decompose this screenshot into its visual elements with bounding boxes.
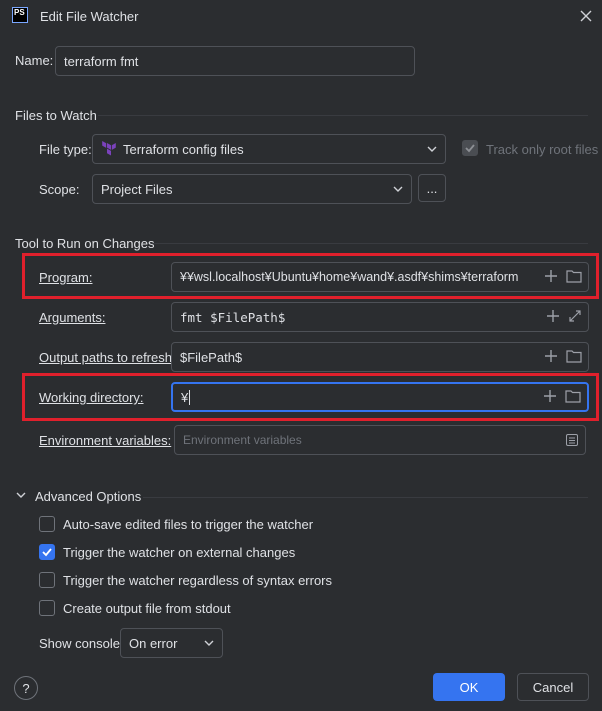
insert-macro-icon[interactable] bbox=[544, 269, 558, 286]
working-directory-input[interactable]: ¥ bbox=[171, 382, 589, 412]
browse-folder-icon[interactable] bbox=[566, 349, 582, 366]
window-title: Edit File Watcher bbox=[40, 9, 139, 24]
checkmark-icon bbox=[42, 548, 52, 557]
files-to-watch-divider bbox=[98, 115, 588, 116]
browse-folder-icon[interactable] bbox=[565, 389, 581, 406]
app-logo-icon: PS bbox=[12, 7, 28, 23]
tool-header: Tool to Run on Changes bbox=[15, 236, 155, 251]
external-changes-label: Trigger the watcher on external changes bbox=[63, 545, 296, 560]
environment-variables-input[interactable]: Environment variables bbox=[174, 425, 586, 455]
advanced-divider bbox=[143, 497, 588, 498]
advanced-options-header: Advanced Options bbox=[35, 489, 142, 504]
scope-label: Scope: bbox=[39, 182, 80, 197]
file-type-value: Terraform config files bbox=[123, 141, 244, 157]
close-icon[interactable] bbox=[578, 8, 594, 24]
terraform-icon bbox=[102, 141, 116, 156]
help-icon: ? bbox=[22, 680, 30, 696]
show-console-label: Show console: bbox=[39, 636, 124, 651]
arguments-input[interactable]: fmt $FilePath$ bbox=[171, 302, 589, 332]
output-paths-value: $FilePath$ bbox=[180, 349, 243, 365]
working-directory-value: ¥ bbox=[181, 389, 189, 405]
environment-variables-placeholder: Environment variables bbox=[183, 433, 302, 447]
name-value: terraform fmt bbox=[64, 53, 139, 69]
program-input[interactable]: ¥¥wsl.localhost¥Ubuntu¥home¥wand¥.asdf¥s… bbox=[171, 262, 589, 292]
chevron-down-icon bbox=[393, 175, 403, 203]
show-console-select[interactable]: On error bbox=[120, 628, 223, 658]
arguments-value: fmt $FilePath$ bbox=[180, 309, 286, 325]
output-from-stdout-checkbox[interactable] bbox=[39, 600, 55, 616]
chevron-down-icon bbox=[427, 135, 437, 163]
edit-list-icon[interactable] bbox=[565, 426, 579, 454]
syntax-errors-checkbox[interactable] bbox=[39, 572, 55, 588]
auto-save-label: Auto-save edited files to trigger the wa… bbox=[63, 517, 314, 532]
cancel-label: Cancel bbox=[532, 679, 574, 695]
program-value: ¥¥wsl.localhost¥Ubuntu¥home¥wand¥.asdf¥s… bbox=[180, 270, 519, 284]
chevron-down-icon bbox=[204, 629, 214, 657]
name-label: Name: bbox=[15, 53, 54, 68]
browse-folder-icon[interactable] bbox=[566, 269, 582, 286]
scope-value: Project Files bbox=[101, 181, 173, 197]
working-directory-label: Working directory: bbox=[39, 390, 144, 405]
file-type-label: File type: bbox=[39, 142, 92, 157]
cancel-button[interactable]: Cancel bbox=[517, 673, 589, 701]
insert-macro-icon[interactable] bbox=[543, 389, 557, 406]
files-to-watch-header: Files to Watch bbox=[15, 108, 97, 123]
output-from-stdout-label: Create output file from stdout bbox=[63, 601, 231, 616]
track-only-root-label: Track only root files bbox=[486, 142, 599, 157]
help-button[interactable]: ? bbox=[14, 676, 38, 700]
scope-select[interactable]: Project Files bbox=[92, 174, 412, 204]
output-paths-input[interactable]: $FilePath$ bbox=[171, 342, 589, 372]
ok-label: OK bbox=[459, 679, 479, 695]
environment-variables-label: Environment variables: bbox=[39, 433, 172, 448]
program-label: Program: bbox=[39, 270, 93, 285]
ok-button[interactable]: OK bbox=[433, 673, 505, 701]
track-only-root-checkbox[interactable] bbox=[462, 140, 478, 156]
advanced-options-toggle[interactable]: Advanced Options bbox=[15, 489, 141, 504]
show-console-value: On error bbox=[129, 635, 178, 651]
arguments-label: Arguments: bbox=[39, 310, 106, 325]
external-changes-checkbox[interactable] bbox=[39, 544, 55, 560]
auto-save-checkbox[interactable] bbox=[39, 516, 55, 532]
expand-icon[interactable] bbox=[568, 309, 582, 326]
scope-more-button[interactable]: ... bbox=[418, 174, 446, 202]
title-bar: PS Edit File Watcher bbox=[0, 0, 602, 34]
text-cursor bbox=[189, 389, 191, 405]
scope-more-label: ... bbox=[426, 180, 438, 196]
name-input[interactable]: terraform fmt bbox=[55, 46, 415, 76]
insert-macro-icon[interactable] bbox=[546, 309, 560, 326]
output-paths-label: Output paths to refresh: bbox=[39, 350, 176, 365]
syntax-errors-label: Trigger the watcher regardless of syntax… bbox=[63, 573, 333, 588]
file-type-select[interactable]: Terraform config files bbox=[92, 134, 446, 164]
tool-divider bbox=[152, 243, 588, 244]
chevron-down-icon bbox=[15, 489, 27, 504]
insert-macro-icon[interactable] bbox=[544, 349, 558, 366]
